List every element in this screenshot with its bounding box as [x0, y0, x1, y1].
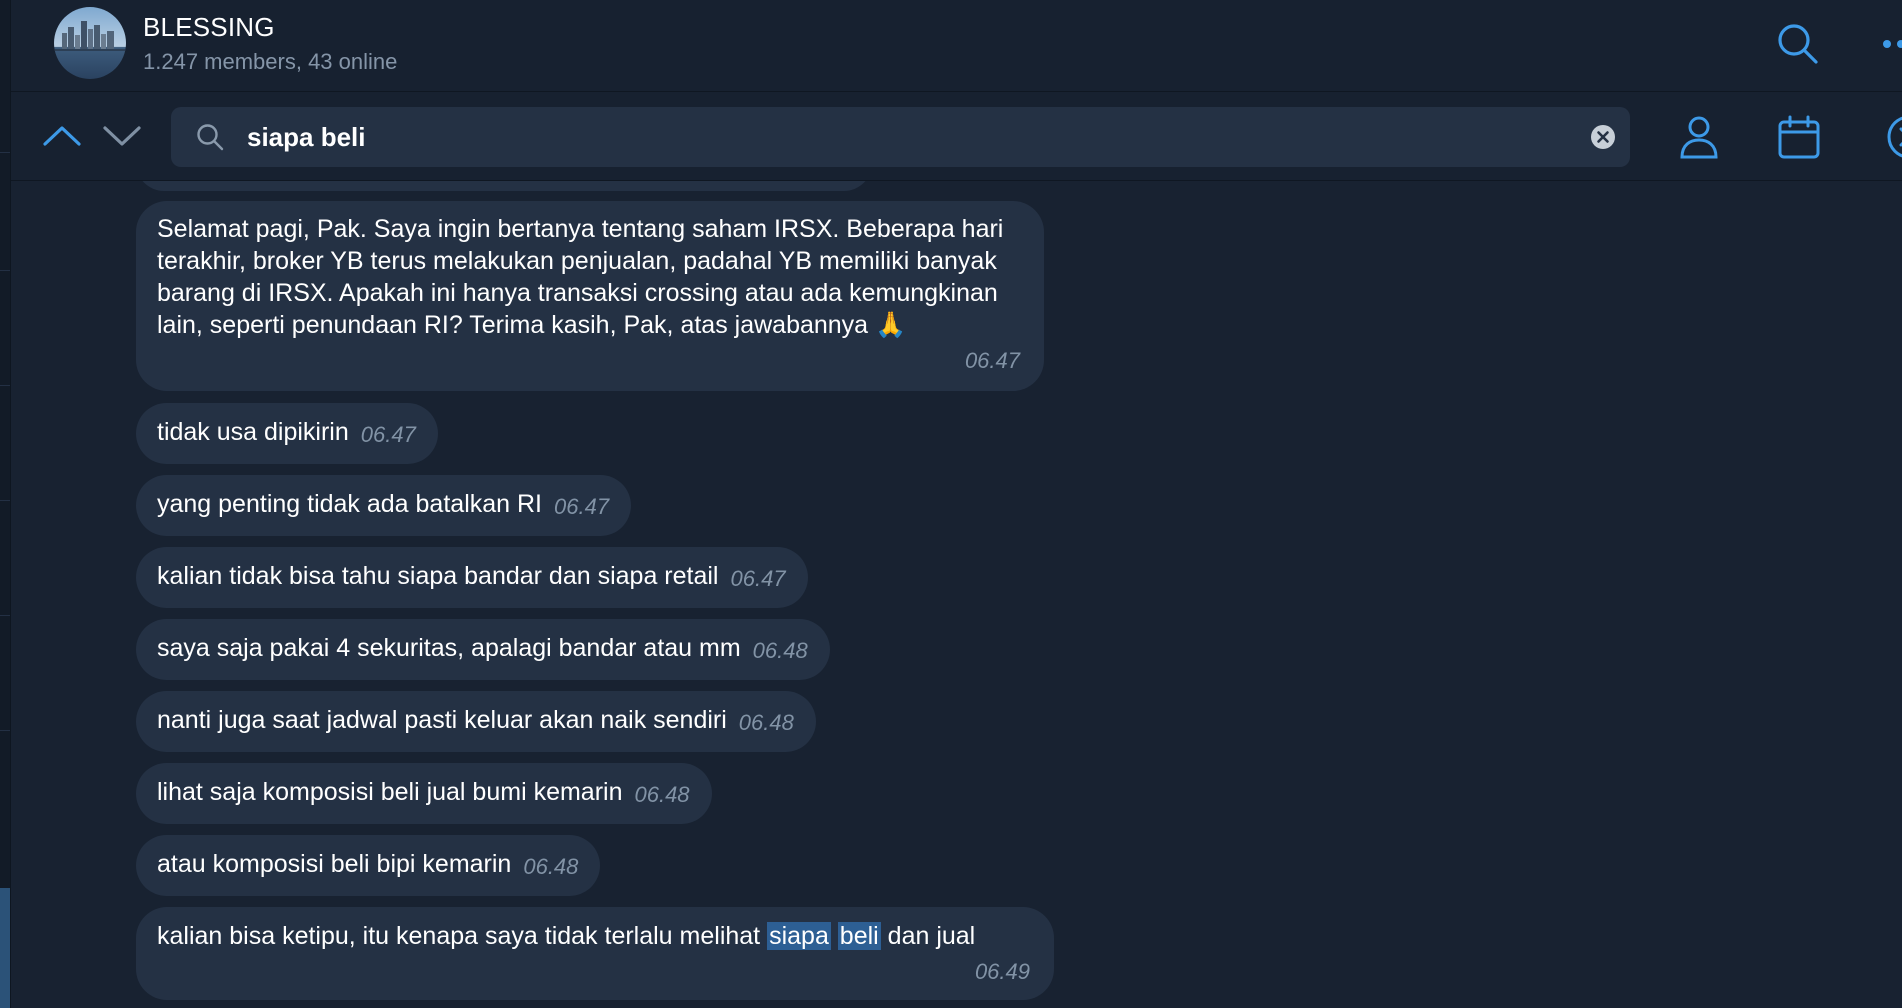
chevron-up-icon[interactable] — [41, 120, 83, 150]
message-time: 06.47 — [730, 566, 786, 591]
message-bubble[interactable]: nanti juga saat jadwal pasti keluar akan… — [136, 691, 816, 752]
close-icon[interactable] — [1885, 113, 1902, 161]
message-text: saya saja pakai 4 sekuritas, apalagi ban… — [157, 634, 741, 662]
search-bar-row — [11, 92, 1902, 181]
search-input[interactable] — [247, 115, 1547, 159]
chevron-down-icon[interactable] — [101, 120, 143, 150]
chat-subtitle: 1.247 members, 43 online — [143, 49, 398, 74]
message-bubble-search-result[interactable]: kalian bisa ketipu, itu kenapa saya tida… — [136, 907, 1054, 1000]
search-icon — [195, 122, 225, 152]
message-bubble[interactable]: kalian tidak bisa tahu siapa bandar dan … — [136, 547, 808, 608]
message-time: 06.48 — [752, 638, 808, 663]
chat-header: BLESSING 1.247 members, 43 online — [11, 0, 1902, 92]
calendar-icon[interactable] — [1776, 114, 1822, 160]
rail-divider — [0, 152, 10, 153]
message-time: 06.48 — [634, 782, 690, 807]
message-time: 06.47 — [360, 422, 416, 447]
message-bubble[interactable]: atau komposisi beli bipi kemarin 06.48 — [136, 835, 601, 896]
message-bubble-partial — [136, 181, 872, 191]
message-text: dan jual — [880, 922, 976, 950]
message-bubble[interactable]: yang penting tidak ada batalkan RI 06.47 — [136, 475, 632, 536]
message-time: 06.48 — [738, 710, 794, 735]
message-text: lihat saja komposisi beli jual bumi kema… — [157, 778, 623, 806]
clear-icon[interactable] — [1590, 124, 1616, 150]
message-time: 06.47 — [554, 494, 610, 519]
more-icon[interactable] — [1881, 34, 1902, 54]
message-time: 06.49 — [974, 959, 1030, 984]
message-time: 06.47 — [964, 348, 1020, 373]
search-box[interactable] — [171, 107, 1630, 167]
message-bubble[interactable]: Selamat pagi, Pak. Saya ingin bertanya t… — [136, 201, 1044, 391]
message-bubble[interactable]: tidak usa dipikirin 06.47 — [136, 403, 438, 464]
message-text: Selamat pagi, Pak. Saya ingin bertanya t… — [157, 215, 1004, 339]
search-highlight: siapa — [767, 922, 831, 950]
search-highlight: beli — [837, 922, 881, 950]
message-text: yang penting tidak ada batalkan RI — [157, 490, 542, 518]
message-text: kalian tidak bisa tahu siapa bandar dan … — [157, 562, 719, 590]
message-time: 06.48 — [523, 854, 579, 879]
message-bubble[interactable]: saya saja pakai 4 sekuritas, apalagi ban… — [136, 619, 830, 680]
message-text: nanti juga saat jadwal pasti keluar akan… — [157, 706, 727, 734]
message-text: kalian bisa ketipu, itu kenapa saya tida… — [157, 922, 768, 950]
message-text: tidak usa dipikirin — [157, 418, 349, 446]
chat-title: BLESSING — [143, 12, 275, 42]
message-text: atau komposisi beli bipi kemarin — [157, 850, 512, 878]
message-list[interactable]: Selamat pagi, Pak. Saya ingin bertanya t… — [0, 181, 1902, 1008]
user-icon[interactable] — [1676, 114, 1722, 160]
message-bubble[interactable]: lihat saja komposisi beli jual bumi kema… — [136, 763, 712, 824]
header-search-icon[interactable] — [1774, 20, 1822, 68]
group-avatar[interactable] — [54, 7, 126, 79]
